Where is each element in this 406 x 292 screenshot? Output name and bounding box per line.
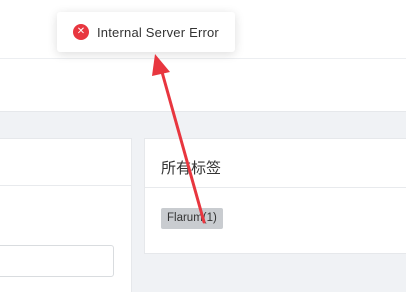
toast-message: Internal Server Error (97, 24, 219, 40)
tags-panel-divider (145, 187, 406, 188)
left-panel (0, 138, 132, 292)
error-toast: ✕ Internal Server Error (57, 12, 235, 52)
error-x-icon: ✕ (73, 24, 89, 40)
tag-badge-flarum[interactable]: Flarum(1) (161, 208, 223, 229)
tags-panel-title: 所有标签 (161, 159, 222, 177)
left-panel-divider (0, 185, 131, 186)
tags-panel: 所有标签 Flarum(1) (144, 138, 406, 254)
header-divider (0, 58, 406, 59)
text-input[interactable] (0, 245, 114, 277)
